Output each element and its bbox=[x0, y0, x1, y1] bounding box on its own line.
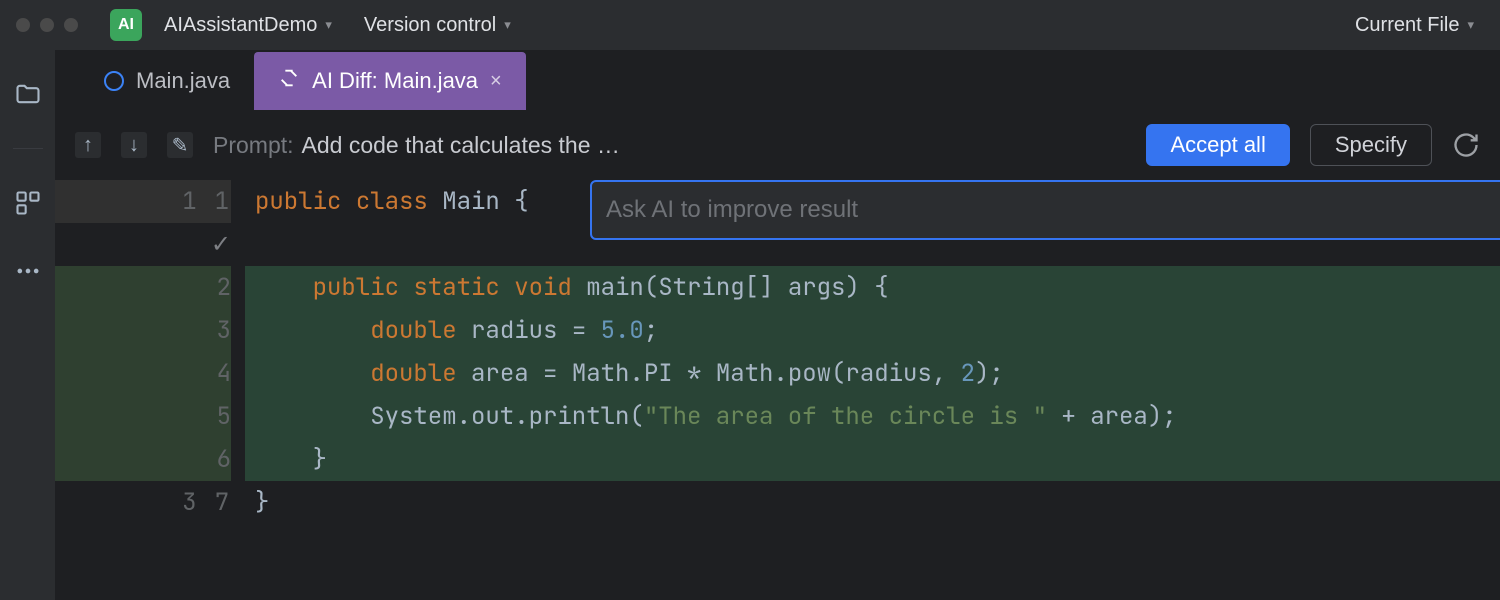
title-bar: AI AIAssistantDemo ▾ Version control ▾ C… bbox=[0, 0, 1500, 50]
tab-label: Main.java bbox=[136, 68, 230, 94]
prompt-label: Prompt: bbox=[213, 132, 294, 159]
gutter-row: 4 bbox=[55, 352, 231, 395]
diff-icon bbox=[278, 67, 300, 95]
maximize-window-icon[interactable] bbox=[64, 18, 78, 32]
separator bbox=[13, 148, 43, 149]
minimize-window-icon[interactable] bbox=[40, 18, 54, 32]
gutter-row: 3 bbox=[55, 309, 231, 352]
tab-ai-diff[interactable]: AI Diff: Main.java × bbox=[254, 52, 526, 110]
prev-change-button[interactable]: ↑ bbox=[75, 132, 101, 158]
close-tab-icon[interactable]: × bbox=[490, 70, 502, 93]
gutter-row: 6 bbox=[55, 438, 231, 481]
java-class-icon bbox=[104, 71, 124, 91]
refine-prompt-input[interactable] bbox=[606, 196, 1500, 224]
prompt-display: Prompt: Add code that calculates the … bbox=[213, 132, 620, 159]
gutter-row: 11 bbox=[55, 180, 231, 223]
refine-prompt-popup bbox=[590, 180, 1500, 240]
more-icon[interactable] bbox=[14, 257, 42, 285]
chevron-down-icon: ▾ bbox=[325, 17, 332, 33]
window-controls bbox=[16, 18, 78, 32]
specify-button[interactable]: Specify bbox=[1310, 124, 1432, 166]
next-change-button[interactable]: ↓ bbox=[121, 132, 147, 158]
gutter-row: 37 bbox=[55, 481, 231, 524]
scope-selector[interactable]: Current File ▾ bbox=[1345, 10, 1484, 41]
code-line[interactable]: } bbox=[245, 438, 1500, 481]
refresh-icon[interactable] bbox=[1452, 131, 1480, 159]
gutter-row: 5 bbox=[55, 395, 231, 438]
vcs-label: Version control bbox=[364, 14, 496, 37]
app-logo: AI bbox=[110, 9, 142, 41]
left-tool-rail bbox=[0, 50, 55, 600]
editor: 11✓2345637 public class Main { public st… bbox=[55, 180, 1500, 600]
editor-tab-bar: Main.java AI Diff: Main.java × bbox=[55, 50, 1500, 110]
code-line[interactable]: double area = Math.PI * Math.pow(radius,… bbox=[245, 352, 1500, 395]
code-line[interactable]: System.out.println("The area of the circ… bbox=[245, 395, 1500, 438]
code-line[interactable]: public static void main(String[] args) { bbox=[245, 266, 1500, 309]
gutter-row: 2 bbox=[55, 266, 231, 309]
scope-label: Current File bbox=[1355, 14, 1459, 37]
chevron-down-icon: ▾ bbox=[1467, 17, 1474, 33]
tab-main-java[interactable]: Main.java bbox=[80, 52, 254, 110]
code-line[interactable]: double radius = 5.0; bbox=[245, 309, 1500, 352]
chevron-down-icon: ▾ bbox=[504, 17, 511, 33]
project-name: AIAssistantDemo bbox=[164, 14, 317, 37]
project-selector[interactable]: AIAssistantDemo ▾ bbox=[154, 10, 342, 41]
edit-button[interactable]: ✎ bbox=[167, 132, 193, 158]
code-line[interactable]: } bbox=[245, 481, 1500, 524]
code-area[interactable]: public class Main { public static void m… bbox=[245, 180, 1500, 600]
vcs-selector[interactable]: Version control ▾ bbox=[354, 10, 521, 41]
gutter-row: ✓ bbox=[55, 223, 231, 266]
accept-all-button[interactable]: Accept all bbox=[1146, 124, 1289, 166]
folder-icon[interactable] bbox=[14, 80, 42, 108]
close-window-icon[interactable] bbox=[16, 18, 30, 32]
diff-action-bar: ↑ ↓ ✎ Prompt: Add code that calculates t… bbox=[55, 110, 1500, 180]
tab-label: AI Diff: Main.java bbox=[312, 68, 478, 94]
gutter: 11✓2345637 bbox=[55, 180, 245, 600]
structure-icon[interactable] bbox=[14, 189, 42, 217]
prompt-value: Add code that calculates the … bbox=[302, 132, 620, 159]
